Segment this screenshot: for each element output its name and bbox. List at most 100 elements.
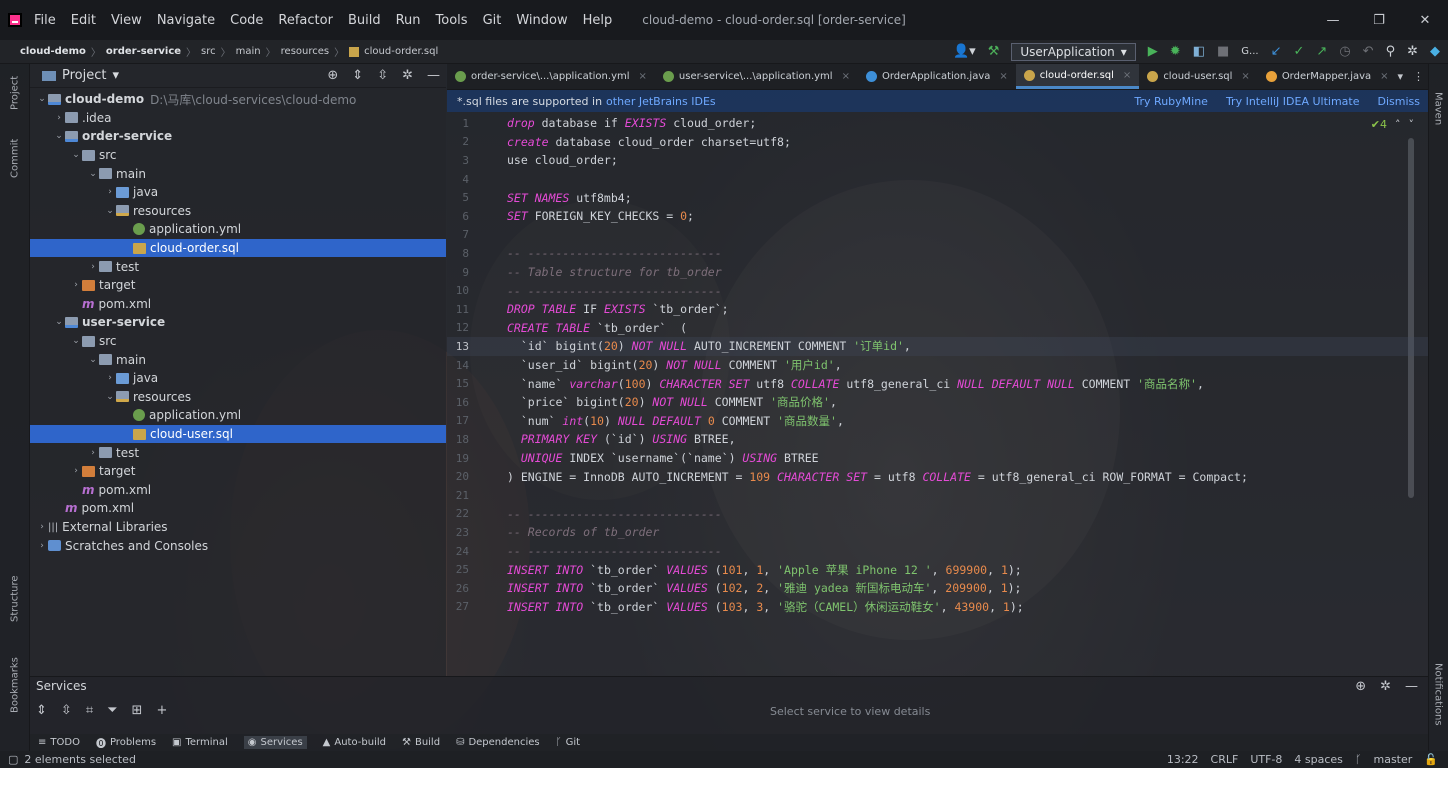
code-line[interactable]: 12 CREATE TABLE `tb_order` (	[447, 319, 1428, 338]
tree-item[interactable]: › test	[30, 443, 446, 462]
hide-panel-icon[interactable]: —	[427, 68, 440, 83]
tool-tab-problems[interactable]: ⓿ Problems	[96, 735, 156, 750]
code-line[interactable]: 10 -- ----------------------------	[447, 281, 1428, 300]
chevron-down-icon[interactable]: ⌄	[104, 392, 116, 402]
tree-item[interactable]: › java	[30, 183, 446, 202]
close-icon[interactable]: ×	[1380, 71, 1388, 82]
gear-icon[interactable]: ✲	[402, 68, 413, 83]
chevron-down-icon[interactable]: ⌄	[87, 169, 99, 179]
tree-item[interactable]: application.yml	[30, 406, 446, 425]
rollback-icon[interactable]: ↶	[1363, 44, 1374, 59]
git-push-icon[interactable]: ↗	[1316, 44, 1327, 59]
git-branch[interactable]: master	[1374, 753, 1413, 766]
caret-position[interactable]: 13:22	[1167, 753, 1199, 766]
chevron-down-icon[interactable]: ⌄	[70, 336, 82, 346]
code-line[interactable]: 8 -- ----------------------------	[447, 244, 1428, 263]
history-icon[interactable]: ◷	[1339, 44, 1350, 59]
tool-tab-project[interactable]: Project	[0, 68, 30, 118]
breadcrumb-item[interactable]: cloud-order.sql	[364, 46, 438, 57]
add-icon[interactable]: ⊕	[1355, 679, 1366, 694]
menu-item-help[interactable]: Help	[583, 13, 613, 28]
tree-item[interactable]: › java	[30, 369, 446, 388]
hammer-build-icon[interactable]: ⚒	[988, 44, 1000, 59]
chevron-down-icon[interactable]: ▾	[1397, 70, 1403, 83]
chevron-right-icon[interactable]: ›	[53, 113, 65, 123]
debug-icon[interactable]: ✹	[1170, 44, 1181, 59]
tree-item[interactable]: m pom.xml	[30, 481, 446, 500]
editor-tab[interactable]: user-service\...\application.yml ×	[655, 64, 858, 89]
code-line[interactable]: 14 `user_id` bigint(20) NOT NULL COMMENT…	[447, 356, 1428, 375]
tree-item[interactable]: m pom.xml	[30, 499, 446, 518]
chevron-right-icon[interactable]: ›	[70, 280, 82, 290]
menu-item-tools[interactable]: Tools	[436, 13, 468, 28]
tool-tab-services[interactable]: ◉ Services	[243, 736, 307, 749]
tree-item[interactable]: ⌄ order-service	[30, 127, 446, 146]
menu-item-file[interactable]: File	[34, 13, 56, 28]
menu-item-edit[interactable]: Edit	[71, 13, 96, 28]
expand-all-icon[interactable]: ⇕	[36, 703, 47, 718]
git-label[interactable]: G...	[1241, 46, 1258, 57]
tree-item[interactable]: › target	[30, 462, 446, 481]
code-line[interactable]: 5 SET NAMES utf8mb4;	[447, 188, 1428, 207]
menu-item-build[interactable]: Build	[348, 13, 381, 28]
code-line[interactable]: 25 INSERT INTO `tb_order` VALUES (101, 1,…	[447, 560, 1428, 579]
breadcrumb-item[interactable]: resources	[281, 46, 329, 57]
close-icon[interactable]: ×	[639, 71, 647, 82]
close-icon[interactable]: ×	[1241, 71, 1249, 82]
chevron-down-icon[interactable]: ⌄	[53, 317, 65, 327]
tool-tab-notifications[interactable]: Notifications	[1428, 654, 1448, 734]
code-line[interactable]: 4	[447, 170, 1428, 189]
chevron-right-icon[interactable]: ›	[104, 373, 116, 383]
lock-icon[interactable]: 🔓	[1424, 753, 1438, 766]
search-icon[interactable]: ⚲	[1386, 44, 1396, 59]
tool-tab-todo[interactable]: ≡ TODO	[38, 737, 80, 748]
editor-tab[interactable]: OrderMapper.java ×	[1258, 64, 1397, 89]
filter-icon[interactable]: ⏷	[107, 703, 117, 718]
menu-item-refactor[interactable]: Refactor	[278, 13, 333, 28]
code-line[interactable]: 2 create database cloud_order charset=utf…	[447, 133, 1428, 152]
run-icon[interactable]: ▶	[1148, 44, 1158, 59]
chevron-right-icon[interactable]: ›	[70, 466, 82, 476]
code-line[interactable]: 7	[447, 226, 1428, 245]
chevron-down-icon[interactable]: ⌄	[87, 355, 99, 365]
git-commit-icon[interactable]: ✓	[1294, 44, 1305, 59]
dismiss-link[interactable]: Dismiss	[1378, 95, 1421, 108]
code-line[interactable]: 21	[447, 486, 1428, 505]
locate-file-icon[interactable]: ⊕	[327, 68, 338, 83]
tree-item[interactable]: ⌄ resources	[30, 202, 446, 221]
tool-tab-bookmarks[interactable]: Bookmarks	[0, 650, 30, 720]
chevron-right-icon[interactable]: ›	[87, 448, 99, 458]
tree-item[interactable]: cloud-user.sql	[30, 424, 446, 444]
tool-tab-git[interactable]: ᚴ Git	[556, 737, 580, 748]
collapse-all-icon[interactable]: ⇳	[61, 703, 72, 718]
close-button[interactable]: ✕	[1402, 13, 1448, 28]
gear-icon[interactable]: ✲	[1407, 44, 1418, 59]
tree-item[interactable]: ⌄ src	[30, 332, 446, 351]
code-line[interactable]: 24 -- ----------------------------	[447, 542, 1428, 561]
menu-item-view[interactable]: View	[111, 13, 142, 28]
chevron-down-icon[interactable]: ⌄	[53, 131, 65, 141]
close-icon[interactable]: ×	[1123, 70, 1131, 81]
new-tab-icon[interactable]: ⊞	[132, 703, 143, 718]
code-line[interactable]: 6 SET FOREIGN_KEY_CHECKS = 0;	[447, 207, 1428, 226]
tree-item[interactable]: › Scratches and Consoles	[30, 536, 446, 555]
tool-tab-structure[interactable]: Structure	[0, 564, 30, 634]
tree-item[interactable]: ⌄ user-service	[30, 313, 446, 332]
tree-item[interactable]: application.yml	[30, 220, 446, 239]
code-line[interactable]: 27 INSERT INTO `tb_order` VALUES (103, 3,…	[447, 598, 1428, 617]
chevron-down-icon[interactable]: ⌄	[70, 150, 82, 160]
tool-tab-commit[interactable]: Commit	[0, 128, 30, 188]
add-service-icon[interactable]: +	[156, 703, 167, 718]
menu-item-git[interactable]: Git	[483, 13, 502, 28]
tool-tab-build[interactable]: ⚒ Build	[402, 737, 440, 748]
code-line[interactable]: 9 -- Table structure for tb_order	[447, 263, 1428, 282]
tool-tab-auto-build[interactable]: ▲ Auto-build	[323, 737, 386, 748]
file-encoding[interactable]: UTF-8	[1250, 753, 1282, 766]
code-line[interactable]: 16 `price` bigint(20) NOT NULL COMMENT '…	[447, 393, 1428, 412]
menu-item-code[interactable]: Code	[230, 13, 263, 28]
user-icon[interactable]: 👤▾	[953, 44, 976, 59]
more-icon[interactable]: ⋮	[1413, 70, 1424, 83]
minimize-button[interactable]: —	[1310, 13, 1356, 28]
chevron-right-icon[interactable]: ›	[104, 187, 116, 197]
collapse-all-icon[interactable]: ⇳	[377, 68, 388, 83]
